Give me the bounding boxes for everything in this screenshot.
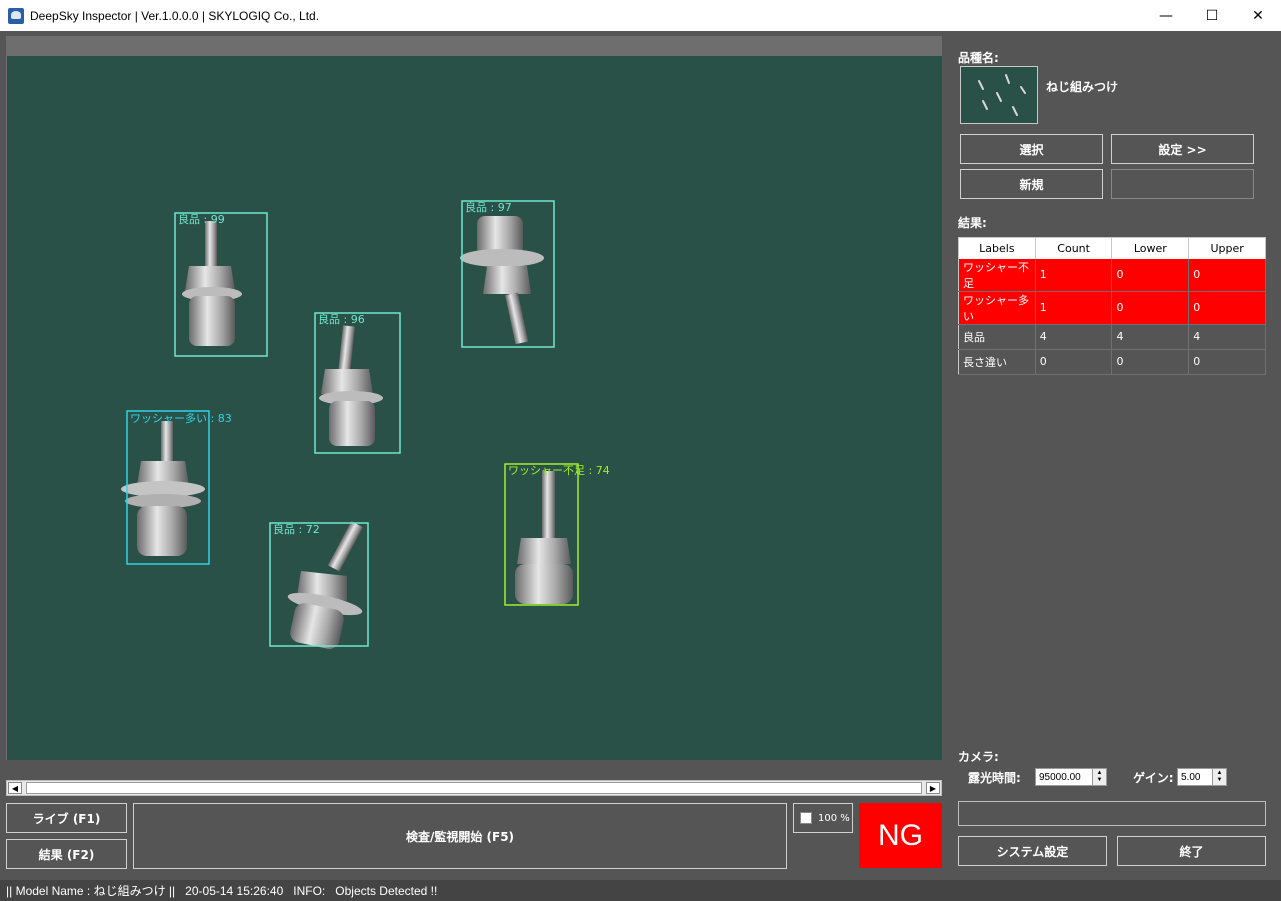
table-header: Labels Count Lower Upper: [958, 237, 1266, 259]
header-labels: Labels: [958, 237, 1036, 259]
cell-count: 0: [1035, 349, 1113, 375]
cell-lower: 4: [1111, 324, 1190, 350]
new-button[interactable]: 新規: [960, 169, 1103, 199]
system-settings-button[interactable]: システム設定: [958, 836, 1107, 866]
status-message: Objects Detected !!: [335, 883, 438, 898]
screw-6: [287, 521, 363, 649]
live-button[interactable]: ライブ (F1): [6, 803, 127, 833]
cell-upper: 0: [1188, 291, 1266, 325]
zoom-checkbox[interactable]: [800, 812, 812, 824]
table-row[interactable]: 良品 4 4 4: [958, 324, 1266, 350]
gain-stepper[interactable]: 5.00 ▲ ▼: [1177, 768, 1227, 786]
minimize-button[interactable]: —: [1143, 0, 1189, 31]
detection-label-6: 良品 : 72: [273, 522, 320, 536]
cell-label: ワッシャー不足: [958, 258, 1036, 292]
cell-label: 長さ違い: [958, 349, 1036, 375]
close-button[interactable]: ✕: [1235, 0, 1281, 31]
scroll-thumb[interactable]: [26, 782, 922, 794]
cell-upper: 0: [1188, 258, 1266, 292]
verdict-indicator: NG: [859, 803, 942, 868]
product-name: ねじ組みつけ: [1046, 80, 1119, 94]
maximize-icon: ☐: [1205, 7, 1219, 24]
stepper-up-icon[interactable]: ▲: [1097, 770, 1103, 777]
header-upper: Upper: [1188, 237, 1266, 259]
screw-4: [121, 421, 205, 556]
header-lower: Lower: [1111, 237, 1190, 259]
result-label: 結果:: [958, 216, 987, 230]
horizontal-scrollbar[interactable]: ◀ ▶: [6, 780, 942, 796]
settings-button[interactable]: 設定 >>: [1111, 134, 1254, 164]
gain-label: ゲイン:: [1133, 771, 1174, 785]
status-info-label: INFO:: [293, 883, 326, 898]
minimize-icon: —: [1159, 7, 1173, 24]
detection-label-5: ワッシャー不足 : 74: [508, 464, 610, 477]
camera-label: カメラ:: [958, 750, 999, 764]
exit-button[interactable]: 終了: [1117, 836, 1266, 866]
scroll-left-icon[interactable]: ◀: [8, 782, 22, 794]
exposure-value: 95000.00: [1039, 771, 1081, 783]
stepper-down-icon[interactable]: ▼: [1217, 777, 1223, 784]
table-row[interactable]: ワッシャー多い 1 0 0: [958, 291, 1266, 325]
cell-lower: 0: [1111, 291, 1190, 325]
detection-overlay: 良品 : 99 良品 : 97 良品 : 96 ワッシャー多い : 83 ワッシ…: [121, 200, 610, 649]
stepper-down-icon[interactable]: ▼: [1097, 777, 1103, 784]
result-table: Labels Count Lower Upper ワッシャー不足 1 0 0 ワ…: [958, 237, 1266, 375]
stepper-up-icon[interactable]: ▲: [1217, 770, 1223, 777]
zoom-label: 100 %: [818, 812, 850, 824]
scroll-right-icon[interactable]: ▶: [926, 782, 940, 794]
cell-upper: 0: [1188, 349, 1266, 375]
empty-button: [1111, 169, 1254, 199]
maximize-button[interactable]: ☐: [1189, 0, 1235, 31]
screw-5: [515, 471, 573, 604]
product-thumbnail: [960, 66, 1038, 124]
inspect-start-button[interactable]: 検査/監視開始 (F5): [133, 803, 787, 869]
app-logo-icon: [8, 7, 24, 24]
header-count: Count: [1035, 237, 1113, 259]
message-box: [958, 801, 1266, 826]
table-row[interactable]: ワッシャー不足 1 0 0: [958, 258, 1266, 292]
cell-count: 1: [1035, 291, 1113, 325]
status-model: || Model Name : ねじ組みつけ ||: [6, 884, 176, 898]
screw-1: [182, 221, 242, 346]
exposure-label: 露光時間:: [968, 771, 1021, 785]
status-bar: || Model Name : ねじ組みつけ || 20-05-14 15:26…: [0, 880, 1281, 901]
product-label: 品種名:: [958, 51, 999, 65]
window-title: DeepSky Inspector | Ver.1.0.0.0 | SKYLOG…: [30, 8, 320, 23]
cell-count: 4: [1035, 324, 1113, 350]
screw-3: [319, 325, 383, 446]
cell-upper: 4: [1188, 324, 1266, 350]
title-bar: DeepSky Inspector | Ver.1.0.0.0 | SKYLOG…: [0, 0, 1281, 31]
detection-label-2: 良品 : 97: [465, 200, 512, 214]
zoom-toggle[interactable]: 100 %: [793, 803, 853, 833]
status-timestamp: 20-05-14 15:26:40: [185, 883, 284, 898]
result-button[interactable]: 結果 (F2): [6, 839, 127, 869]
table-row[interactable]: 長さ違い 0 0 0: [958, 349, 1266, 375]
cell-lower: 0: [1111, 258, 1190, 292]
cell-count: 1: [1035, 258, 1113, 292]
cell-label: ワッシャー多い: [958, 291, 1036, 325]
detection-label-4: ワッシャー多い : 83: [130, 411, 232, 425]
cell-lower: 0: [1111, 349, 1190, 375]
inspection-image[interactable]: 良品 : 99 良品 : 97 良品 : 96 ワッシャー多い : 83 ワッシ…: [7, 56, 942, 760]
gain-value: 5.00: [1181, 771, 1201, 783]
detection-label-1: 良品 : 99: [178, 212, 225, 226]
close-icon: ✕: [1252, 7, 1264, 24]
cell-label: 良品: [958, 324, 1036, 350]
detection-label-3: 良品 : 96: [318, 312, 365, 326]
exposure-stepper[interactable]: 95000.00 ▲ ▼: [1035, 768, 1107, 786]
screw-2: [460, 216, 544, 345]
select-button[interactable]: 選択: [960, 134, 1103, 164]
